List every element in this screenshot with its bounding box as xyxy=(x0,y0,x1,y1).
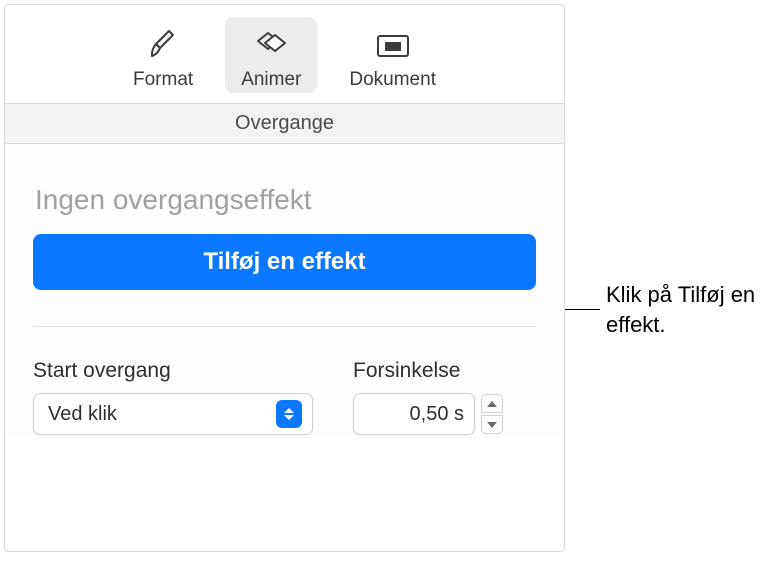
no-transition-effect-text: Ingen overgangseffekt xyxy=(35,184,536,216)
start-transition-label: Start overgang xyxy=(33,359,313,383)
delay-input[interactable] xyxy=(353,393,475,435)
toolbar-label-animate: Animer xyxy=(241,69,301,91)
inspector-toolbar: Format Animer Dokument xyxy=(5,5,564,103)
stepper-down-button[interactable] xyxy=(481,415,503,434)
callout-leader-line xyxy=(565,309,600,310)
select-arrows-icon xyxy=(276,400,302,428)
start-transition-field: Start overgang Ved klik xyxy=(33,359,313,435)
toolbar-label-format: Format xyxy=(133,69,193,91)
chevron-up-icon xyxy=(487,401,497,407)
callout: Klik på Tilføj en effekt. xyxy=(565,280,765,339)
content-area: Ingen overgangseffekt Tilføj en effekt S… xyxy=(5,144,564,435)
animate-icon xyxy=(251,25,291,65)
toolbar-item-format[interactable]: Format xyxy=(127,21,199,93)
options-row: Start overgang Ved klik Forsinkelse xyxy=(33,359,536,435)
start-transition-select[interactable]: Ved klik xyxy=(33,393,313,435)
toolbar-item-animate[interactable]: Animer xyxy=(225,17,317,93)
stepper-up-button[interactable] xyxy=(481,394,503,413)
delay-stepper xyxy=(481,394,503,434)
paintbrush-icon xyxy=(143,25,183,65)
start-transition-value: Ved klik xyxy=(48,403,276,426)
callout-text: Klik på Tilføj en effekt. xyxy=(606,280,765,339)
toolbar-item-document[interactable]: Dokument xyxy=(343,21,442,93)
subheader-title: Overgange xyxy=(235,112,334,134)
add-effect-button[interactable]: Tilføj en effekt xyxy=(33,234,536,290)
divider xyxy=(33,326,536,327)
toolbar-label-document: Dokument xyxy=(349,69,436,91)
subheader-transitions: Overgange xyxy=(5,103,564,144)
delay-field: Forsinkelse xyxy=(353,359,503,435)
document-icon xyxy=(373,25,413,65)
chevron-down-icon xyxy=(487,422,497,428)
inspector-panel: Format Animer Dokument Overgange xyxy=(4,4,565,552)
delay-label: Forsinkelse xyxy=(353,359,503,383)
delay-stepper-wrap xyxy=(353,393,503,435)
